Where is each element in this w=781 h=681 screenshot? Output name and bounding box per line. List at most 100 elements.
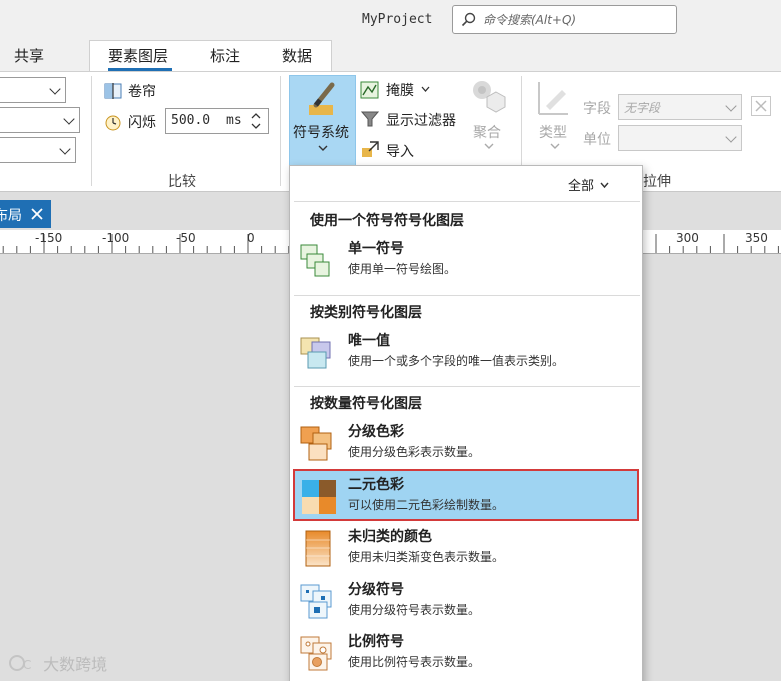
menu-divider bbox=[294, 201, 640, 202]
menu-item-proportional-symbols[interactable]: 比例符号 使用比例符号表示数量。 bbox=[294, 627, 638, 677]
flicker-label: 闪烁 bbox=[128, 115, 156, 131]
symbology-button[interactable]: 符号系统 bbox=[289, 75, 356, 167]
graduated-colors-icon bbox=[300, 426, 332, 461]
menu-item-title: 未归类的颜色 bbox=[348, 529, 432, 545]
menu-item-single-symbol[interactable]: 单一符号 使用单一符号绘图。 bbox=[294, 234, 638, 284]
menu-item-description: 使用分级色彩表示数量。 bbox=[348, 445, 481, 459]
aggregate-icon bbox=[473, 81, 506, 113]
menu-item-title: 分级符号 bbox=[348, 582, 404, 598]
symbology-menu: 全部 使用一个符号符号化图层 单一符号 使用单一符号绘图。 按类别符号化图层 唯… bbox=[289, 165, 643, 681]
menu-item-graduated-symbols[interactable]: 分级符号 使用分级符号表示数量。 bbox=[294, 575, 638, 625]
extrusion-field-label: 字段 bbox=[583, 101, 611, 117]
swipe-label: 卷帘 bbox=[128, 84, 156, 100]
proportional-symbols-icon bbox=[300, 636, 332, 671]
svg-text:C: C bbox=[23, 658, 31, 672]
aggregate-button[interactable]: 聚合 bbox=[468, 78, 510, 160]
menu-divider bbox=[294, 295, 640, 296]
extrusion-group-label: 拉伸 bbox=[643, 174, 671, 190]
close-icon[interactable] bbox=[30, 207, 44, 221]
watermark-text: 大数跨境 bbox=[43, 655, 108, 674]
search-icon bbox=[461, 12, 476, 27]
menu-divider bbox=[294, 386, 640, 387]
menu-item-unique-values[interactable]: 唯一值 使用一个或多个字段的唯一值表示类别。 bbox=[294, 326, 638, 376]
tab-share[interactable]: 共享 bbox=[14, 44, 44, 70]
chevron-down-icon bbox=[484, 143, 494, 149]
extrusion-unit-label: 单位 bbox=[583, 132, 611, 148]
menu-item-title: 唯一值 bbox=[348, 333, 390, 349]
layer-dropdown-1[interactable] bbox=[0, 77, 66, 103]
flicker-icon bbox=[105, 115, 121, 131]
mask-button[interactable]: 掩膜 bbox=[360, 80, 432, 102]
swipe-icon bbox=[104, 83, 122, 99]
swipe-button[interactable]: 卷帘 bbox=[104, 81, 164, 103]
chevron-down-icon bbox=[550, 143, 560, 149]
spinner-down-icon[interactable] bbox=[250, 121, 262, 131]
extrusion-type-button[interactable]: 类型 bbox=[534, 78, 578, 160]
ruler-tick-label: -100 bbox=[102, 231, 130, 245]
section-header: 按数量符号化图层 bbox=[310, 396, 422, 412]
flicker-rate-spinner[interactable]: 500.0 ms bbox=[165, 108, 269, 134]
chevron-down-icon bbox=[600, 182, 609, 189]
watermark-logo-icon: C bbox=[9, 655, 31, 672]
section-header: 按类别符号化图层 bbox=[310, 305, 422, 321]
extrusion-type-icon bbox=[538, 82, 568, 115]
filter-icon bbox=[361, 111, 379, 127]
flicker-button[interactable]: 闪烁 bbox=[104, 110, 160, 134]
layout-view-tab[interactable]: 布局 bbox=[0, 200, 51, 228]
chevron-down-icon bbox=[318, 145, 328, 151]
bivariate-colors-icon bbox=[302, 480, 336, 514]
extrusion-unit-dropdown[interactable] bbox=[618, 125, 742, 151]
menu-item-graduated-colors[interactable]: 分级色彩 使用分级色彩表示数量。 bbox=[294, 417, 638, 467]
tab-feature-layer[interactable]: 要素图层 bbox=[108, 44, 168, 70]
ruler-tick-label: 350 bbox=[745, 231, 768, 245]
display-filter-button[interactable]: 显示过滤器 bbox=[360, 109, 464, 131]
section-header: 使用一个符号符号化图层 bbox=[310, 213, 464, 229]
menu-item-description: 可以使用二元色彩绘制数量。 bbox=[348, 498, 505, 512]
menu-item-title: 单一符号 bbox=[348, 241, 404, 257]
chevron-down-icon bbox=[421, 86, 430, 92]
display-filter-label: 显示过滤器 bbox=[386, 113, 456, 129]
menu-item-title: 二元色彩 bbox=[348, 477, 404, 493]
ruler-tick-label: -150 bbox=[35, 231, 63, 245]
extrusion-field-dropdown[interactable]: 无字段 bbox=[618, 94, 742, 120]
spinner-up-icon[interactable] bbox=[250, 111, 262, 121]
symbology-label: 符号系统 bbox=[293, 125, 349, 141]
mask-icon bbox=[360, 81, 379, 99]
menu-item-description: 使用分级符号表示数量。 bbox=[348, 603, 481, 617]
mask-label: 掩膜 bbox=[386, 83, 414, 99]
ruler-tick-label: 0 bbox=[247, 231, 255, 245]
import-button[interactable]: 导入 bbox=[360, 139, 420, 161]
ruler-tick-label: -50 bbox=[176, 231, 196, 245]
command-search-input[interactable] bbox=[483, 10, 668, 29]
unique-values-icon bbox=[300, 337, 331, 369]
menu-item-description: 使用比例符号表示数量。 bbox=[348, 655, 481, 669]
compare-group-label: 比较 bbox=[168, 174, 196, 190]
tab-labeling[interactable]: 标注 bbox=[210, 44, 240, 70]
menu-item-description: 使用未归类渐变色表示数量。 bbox=[348, 550, 505, 564]
menu-item-bivariate-colors[interactable]: 二元色彩 可以使用二元色彩绘制数量。 bbox=[293, 469, 639, 521]
clear-expression-icon bbox=[755, 100, 767, 112]
expression-button[interactable] bbox=[751, 96, 771, 116]
layout-tab-label: 布局 bbox=[0, 208, 22, 224]
symbology-brush-icon bbox=[309, 82, 335, 115]
layer-dropdown-3[interactable] bbox=[0, 137, 76, 163]
import-icon bbox=[362, 141, 379, 157]
menu-item-description: 使用一个或多个字段的唯一值表示类别。 bbox=[348, 354, 565, 368]
layer-dropdown-2[interactable] bbox=[0, 107, 80, 133]
menu-filter-dropdown[interactable]: 全部 bbox=[568, 175, 609, 194]
project-name: MyProject bbox=[362, 12, 433, 27]
watermark: C 大数跨境 bbox=[8, 651, 107, 675]
command-search[interactable] bbox=[452, 5, 677, 34]
flicker-rate-value: 500.0 bbox=[171, 113, 211, 128]
menu-filter-label: 全部 bbox=[568, 179, 595, 194]
menu-item-description: 使用单一符号绘图。 bbox=[348, 262, 457, 276]
menu-item-title: 比例符号 bbox=[348, 634, 404, 650]
graduated-symbols-icon bbox=[300, 584, 332, 619]
unclassed-colors-icon bbox=[305, 530, 331, 567]
menu-item-title: 分级色彩 bbox=[348, 424, 404, 440]
menu-item-unclassed-colors[interactable]: 未归类的颜色 使用未归类渐变色表示数量。 bbox=[294, 522, 638, 572]
import-label: 导入 bbox=[386, 144, 414, 160]
ruler-tick-label: 300 bbox=[676, 231, 699, 245]
tab-data[interactable]: 数据 bbox=[282, 44, 312, 70]
aggregate-label: 聚合 bbox=[473, 125, 501, 141]
